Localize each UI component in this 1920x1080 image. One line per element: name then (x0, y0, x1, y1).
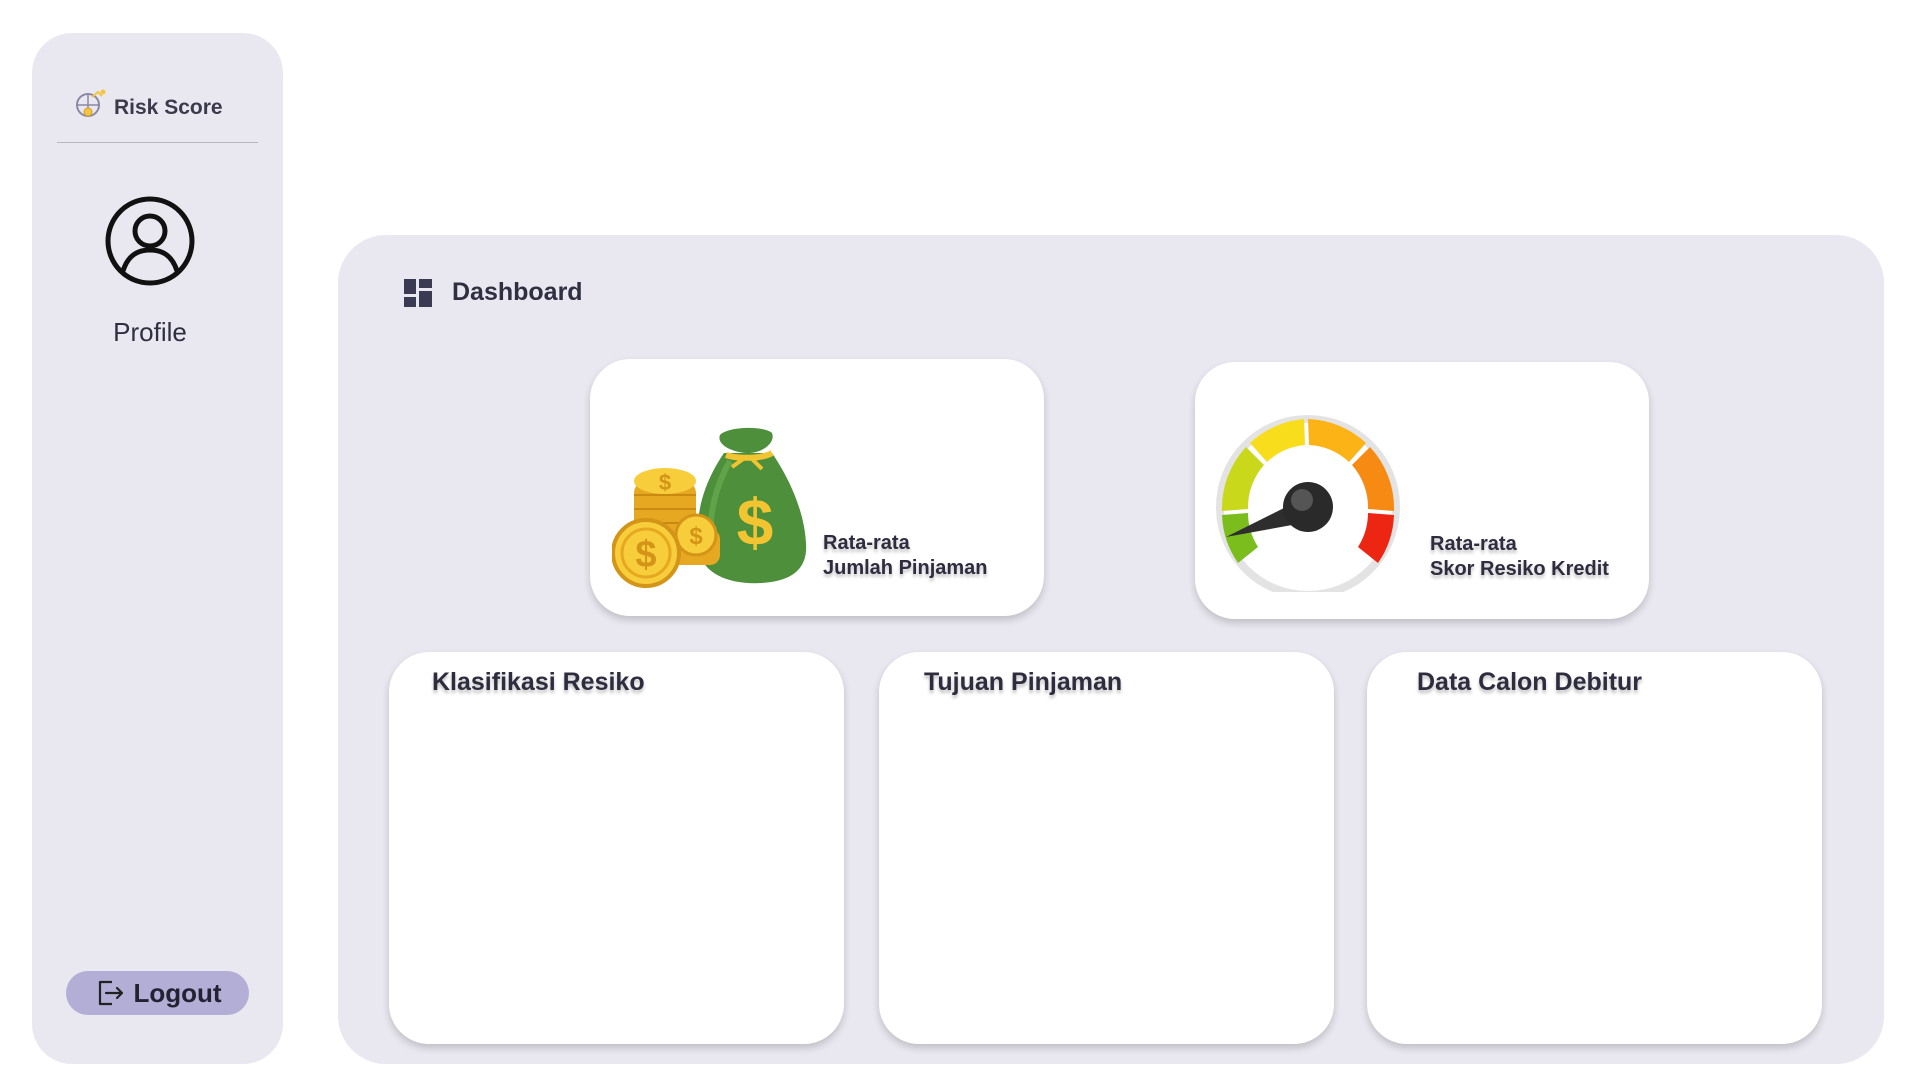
avg-loan-card[interactable]: $ $ $ $ Rata-rata Jumlah Pinjaman (590, 359, 1044, 616)
logout-label: Logout (133, 977, 222, 1008)
brand[interactable]: Risk Score (72, 85, 223, 123)
page-title: Dashboard (452, 278, 583, 306)
money-bag-coins-icon: $ $ $ $ (612, 427, 807, 588)
loan-purpose-panel[interactable]: Tujuan Pinjaman (879, 652, 1334, 1044)
logout-icon (99, 980, 124, 1006)
page-header: Dashboard (404, 278, 583, 307)
avg-credit-score-label-line1: Rata-rata (1430, 533, 1517, 555)
svg-text:$: $ (689, 523, 703, 550)
risk-classification-title: Klasifikasi Resiko (432, 668, 645, 696)
avg-credit-score-label-line2: Skor Resiko Kredit (1430, 558, 1609, 580)
debtor-data-title: Data Calon Debitur (1417, 668, 1643, 696)
sidebar: Risk Score Profile Logout (32, 33, 283, 1064)
avg-credit-score-label: Rata-rata Skor Resiko Kredit (1430, 532, 1609, 582)
logout-button[interactable]: Logout (66, 971, 249, 1015)
risk-classification-panel[interactable]: Klasifikasi Resiko (389, 652, 844, 1044)
svg-text:$: $ (635, 534, 656, 576)
avg-loan-label-line2: Jumlah Pinjaman (823, 557, 988, 579)
svg-text:$: $ (659, 470, 671, 495)
dashboard-grid-icon (404, 278, 432, 307)
user-circle-icon[interactable] (104, 195, 196, 287)
brand-divider (57, 142, 258, 143)
loan-purpose-title: Tujuan Pinjaman (924, 668, 1123, 696)
risk-score-logo-icon (76, 89, 106, 117)
brand-name: Risk Score (114, 96, 223, 119)
dashboard-panel: Dashboard $ $ $ $ Rata-rata Jumlah Pinja… (338, 235, 1884, 1064)
credit-score-gauge-icon (1216, 415, 1400, 592)
profile-label[interactable]: Profile (32, 317, 268, 348)
avg-credit-score-card[interactable]: Rata-rata Skor Resiko Kredit (1195, 362, 1649, 619)
debtor-data-panel[interactable]: Data Calon Debitur (1367, 652, 1822, 1044)
avg-loan-label-line1: Rata-rata (823, 532, 910, 554)
avg-loan-label: Rata-rata Jumlah Pinjaman (823, 531, 988, 581)
svg-text:$: $ (737, 485, 774, 559)
